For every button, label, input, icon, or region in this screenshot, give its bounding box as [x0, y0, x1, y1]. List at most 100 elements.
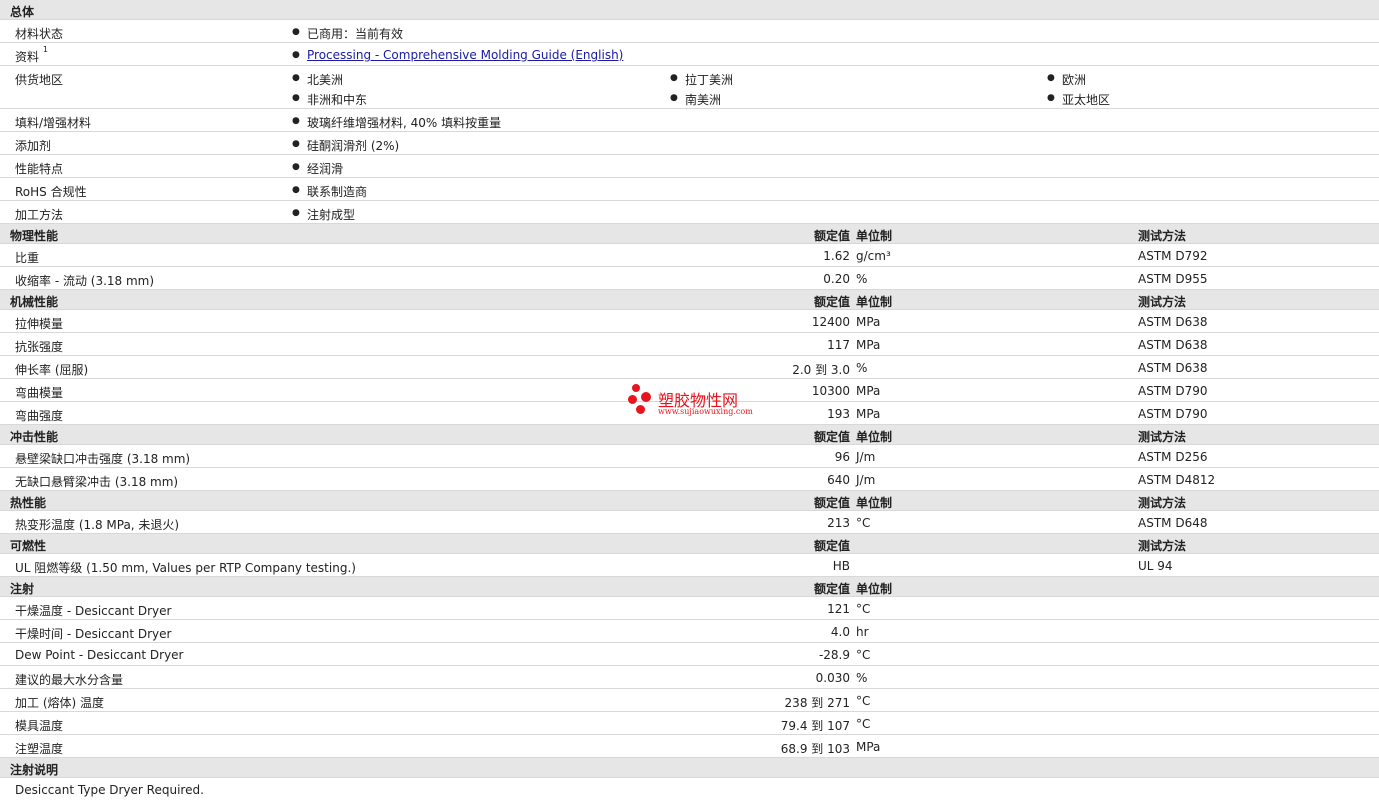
row-label: UL 阻燃等级 (1.50 mm, Values per RTP Company… — [15, 561, 356, 575]
column-header-value: 额定值 — [813, 229, 850, 243]
table-row: 弯曲强度 193 MPa ASTM D790 — [0, 402, 1379, 425]
row-label: 拉伸模量 — [15, 317, 64, 331]
column-header-unit: 单位制 — [856, 295, 893, 309]
table-row: 收缩率 - 流动 (3.18 mm) 0.20% ASTM D955 — [0, 267, 1379, 290]
row-label: 弯曲强度 — [15, 409, 64, 423]
row-notes: Desiccant Type Dryer Required. — [0, 778, 1379, 801]
row-label: 抗张强度 — [15, 340, 64, 354]
note-text: Desiccant Type Dryer Required. — [15, 783, 204, 797]
section-title: 冲击性能 — [10, 430, 59, 444]
column-header-unit: 单位制 — [856, 496, 893, 510]
row-label: 收缩率 - 流动 (3.18 mm) — [15, 274, 155, 288]
column-header-test: 测试方法 — [1138, 430, 1187, 444]
row-value: 10300 — [811, 384, 850, 398]
table-row: 比重 1.62 g/cm³ ASTM D792 — [0, 244, 1379, 267]
row-features: 性能特点 经润滑 — [0, 155, 1379, 178]
row-label: 干燥温度 - Desiccant Dryer — [15, 604, 172, 618]
row-label: 供货地区 — [15, 73, 64, 87]
row-value: 117 — [827, 338, 850, 352]
row-value: -28.9 — [818, 648, 850, 662]
bullet-item: 联系制造商 — [292, 183, 367, 200]
column-header-unit: 单位制 — [856, 430, 893, 444]
row-value: 12400 — [811, 315, 850, 329]
table-row: UL 阻燃等级 (1.50 mm, Values per RTP Company… — [0, 554, 1379, 577]
row-unit: MPa — [856, 407, 881, 421]
footnote-marker: 1 — [42, 45, 48, 54]
row-value: 0.20 — [823, 272, 850, 286]
row-rohs: RoHS 合规性 联系制造商 — [0, 178, 1379, 201]
row-value: 1.62 — [823, 249, 850, 263]
row-unit: J/m — [856, 473, 876, 487]
region-item: 亚太地区 — [1047, 91, 1110, 108]
section-header: 热性能 额定值 单位制 测试方法 — [0, 491, 1379, 511]
table-row: 注塑温度 68.9 到 103 MPa — [0, 735, 1379, 758]
bullet-item: 注射成型 — [292, 206, 355, 223]
table-row: 建议的最大水分含量 0.030% — [0, 666, 1379, 689]
table-row: 伸长率 (屈服) 2.0 到 3.0% ASTM D638 — [0, 356, 1379, 379]
row-value: 193 — [827, 407, 850, 421]
row-test-method: UL 94 — [1138, 559, 1173, 573]
table-row: 热变形温度 (1.8 MPa, 未退火) 213 °C ASTM D648 — [0, 511, 1379, 534]
section-header: 可燃性 额定值 测试方法 — [0, 534, 1379, 554]
row-value: 96 — [834, 450, 850, 464]
section-title: 物理性能 — [10, 229, 59, 243]
table-row: 抗张强度 117 MPa ASTM D638 — [0, 333, 1379, 356]
table-row: 模具温度 79.4 到 107 °C — [0, 712, 1379, 735]
row-label: 性能特点 — [15, 162, 64, 176]
row-unit: % — [856, 361, 868, 375]
region-item: 欧洲 — [1047, 71, 1086, 88]
row-test-method: ASTM D256 — [1138, 450, 1208, 464]
row-label: 比重 — [15, 251, 40, 265]
row-processing-method: 加工方法 注射成型 — [0, 201, 1379, 224]
bullet-item: 已商用：当前有效 — [292, 25, 403, 42]
row-value: 79.4 到 107 — [780, 719, 850, 733]
section-header-general: 总体 — [0, 0, 1379, 20]
region-item: 非洲和中东 — [292, 91, 367, 108]
region-item: 南美洲 — [670, 91, 721, 108]
row-test-method: ASTM D638 — [1138, 315, 1208, 329]
column-header-value: 额定值 — [813, 582, 850, 596]
row-test-method: ASTM D792 — [1138, 249, 1208, 263]
section-header: 机械性能 额定值 单位制 测试方法 — [0, 290, 1379, 310]
row-label: 弯曲模量 — [15, 386, 64, 400]
row-label: 热变形温度 (1.8 MPa, 未退火) — [15, 518, 180, 532]
row-test-method: ASTM D4812 — [1138, 473, 1216, 487]
row-value: 68.9 到 103 — [780, 742, 850, 756]
table-row: Dew Point - Desiccant Dryer -28.9 °C — [0, 643, 1379, 666]
column-header-test: 测试方法 — [1138, 295, 1187, 309]
row-test-method: ASTM D955 — [1138, 272, 1208, 286]
bullet-item: 硅酮润滑剂 (2%) — [292, 137, 399, 154]
row-label: 加工 (熔体) 温度 — [15, 696, 104, 710]
row-value: 238 到 271 — [784, 696, 850, 710]
section-title: 可燃性 — [10, 539, 47, 553]
section-title: 注射 — [10, 582, 35, 596]
column-header-value: 额定值 — [813, 295, 850, 309]
column-header-unit: 单位制 — [856, 582, 893, 596]
table-row: 拉伸模量 12400 MPa ASTM D638 — [0, 310, 1379, 333]
table-row: 干燥时间 - Desiccant Dryer 4.0 hr — [0, 620, 1379, 643]
section-header-notes: 注射说明 — [0, 758, 1379, 778]
table-row: 干燥温度 - Desiccant Dryer 121 °C — [0, 597, 1379, 620]
row-unit: MPa — [856, 315, 881, 329]
processing-guide-link[interactable]: Processing - Comprehensive Molding Guide… — [307, 48, 623, 62]
row-unit: °C — [856, 648, 871, 662]
row-unit: MPa — [856, 740, 881, 754]
table-row: 加工 (熔体) 温度 238 到 271 °C — [0, 689, 1379, 712]
row-unit: MPa — [856, 338, 881, 352]
bullet-item: 经润滑 — [292, 160, 343, 177]
row-label: 伸长率 (屈服) — [15, 363, 89, 377]
section-header: 物理性能 额定值 单位制 测试方法 — [0, 224, 1379, 244]
section-title: 热性能 — [10, 496, 47, 510]
region-item: 北美洲 — [292, 71, 343, 88]
row-unit: °C — [856, 717, 871, 731]
row-value: 640 — [827, 473, 850, 487]
row-label: Dew Point - Desiccant Dryer — [15, 648, 184, 662]
row-label: 资料 1 — [15, 45, 48, 64]
table-row: 无缺口悬臂梁冲击 (3.18 mm) 640 J/m ASTM D4812 — [0, 468, 1379, 491]
row-unit: °C — [856, 516, 871, 530]
row-test-method: ASTM D638 — [1138, 361, 1208, 375]
row-label: 加工方法 — [15, 208, 64, 222]
row-label: RoHS 合规性 — [15, 185, 87, 199]
row-label: 悬壁梁缺口冲击强度 (3.18 mm) — [15, 452, 191, 466]
row-value: HB — [832, 559, 850, 573]
